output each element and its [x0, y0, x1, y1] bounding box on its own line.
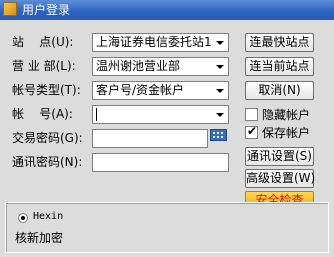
app-icon: [3, 2, 17, 16]
verify-method-text: 核新加密: [15, 231, 64, 245]
chevron-down-icon: [216, 65, 224, 69]
chevron-down-icon: [216, 41, 224, 45]
keyboard-icon[interactable]: [210, 129, 227, 141]
account-type-select[interactable]: 客户号/资金帐户: [92, 81, 229, 100]
branch-select[interactable]: 温州谢池营业部: [92, 57, 229, 76]
text-caret: [96, 108, 97, 121]
chevron-down-icon: [216, 113, 224, 117]
comm-password-label: 通讯密码(N):: [12, 155, 83, 169]
account-type-label: 帐号类型(T):: [12, 83, 81, 97]
login-dialog: 站 点(U): 上海证券电信委托站1 营 业 部(L): 温州谢池营业部 帐号类…: [0, 20, 334, 257]
trade-password-input[interactable]: [92, 129, 208, 148]
comm-password-input[interactable]: [92, 153, 229, 172]
window-title: 用户登录: [22, 3, 71, 17]
site-label: 站 点(U):: [12, 35, 74, 49]
cancel-button[interactable]: 取消(N): [245, 81, 314, 100]
connect-current-site-button[interactable]: 连当前站点: [245, 57, 314, 76]
account-type-value: 客户号/资金帐户: [96, 83, 185, 97]
branch-value: 温州谢池营业部: [96, 59, 181, 73]
title-bar[interactable]: 用户登录: [0, 0, 334, 20]
chevron-down-icon: [216, 89, 224, 93]
account-input[interactable]: [92, 105, 229, 124]
site-value: 上海证券电信委托站1: [96, 35, 212, 49]
save-account-label[interactable]: 保存帐户: [262, 126, 310, 140]
auth-group: Hexin 核新加密: [5, 202, 329, 253]
hide-account-label[interactable]: 隐藏帐户: [262, 108, 310, 122]
site-select[interactable]: 上海证券电信委托站1: [92, 33, 229, 52]
account-label: 帐 号(A):: [12, 107, 73, 121]
trade-password-label: 交易密码(G):: [12, 131, 83, 145]
hide-account-checkbox[interactable]: [245, 108, 258, 121]
advanced-settings-button[interactable]: 高级设置(W): [245, 169, 315, 188]
check-icon: ✔: [247, 124, 258, 138]
save-account-checkbox[interactable]: ✔: [245, 124, 258, 139]
comm-settings-button[interactable]: 通讯设置(S): [245, 147, 314, 166]
radio-dot: [21, 216, 25, 220]
hexin-radio[interactable]: [18, 213, 28, 223]
connect-fastest-site-button[interactable]: 连最快站点: [245, 33, 314, 52]
branch-label: 营 业 部(L):: [12, 59, 76, 73]
hexin-radio-label[interactable]: Hexin: [33, 210, 63, 224]
